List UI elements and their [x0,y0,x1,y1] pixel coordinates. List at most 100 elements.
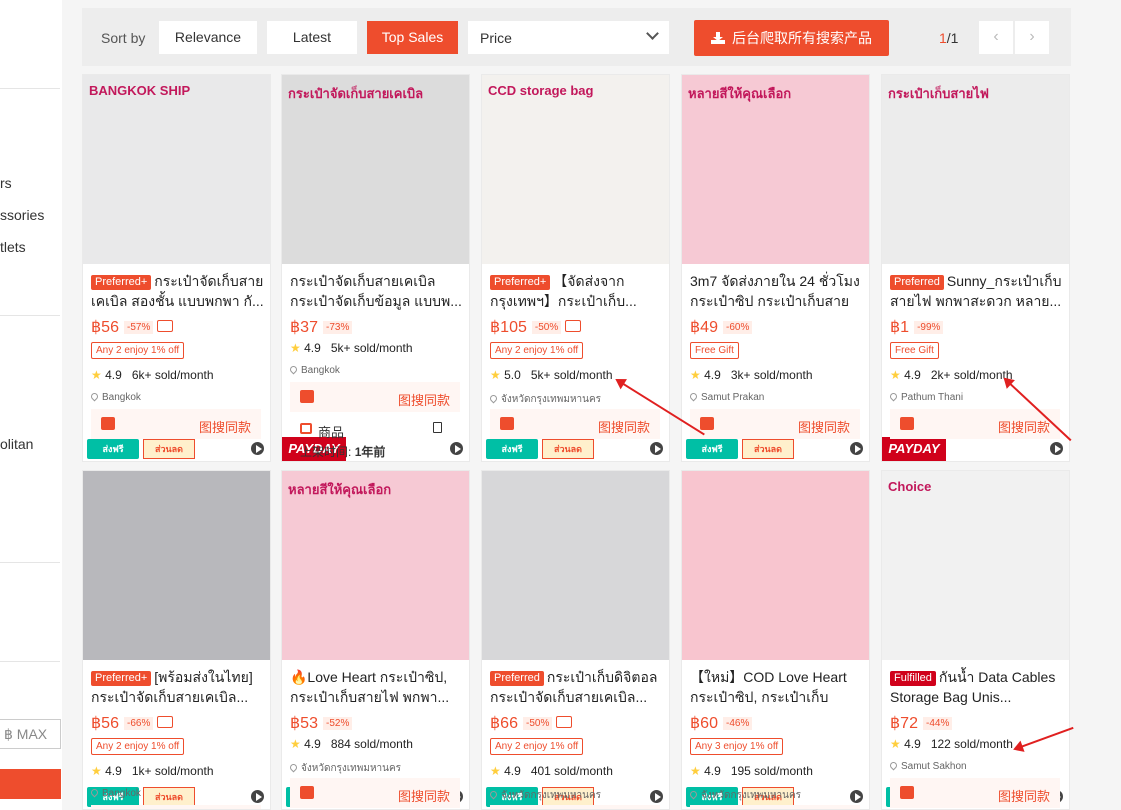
price-value: ฿1 [890,319,910,336]
product-image[interactable] [882,471,1069,660]
image-search-panel[interactable]: 图搜同款 [690,409,860,439]
sale-badge: ส่วนลด [542,439,594,459]
image-search-panel[interactable]: 图搜同款 [690,805,860,809]
image-search-panel[interactable]: 图搜同款 [91,409,261,439]
product-title[interactable]: Preferred+ [พร้อมส่งในไทย] กระเป๋าจัดเก็บ… [91,667,265,707]
rating-sold: ★ 4.9 5k+ sold/month [290,341,413,355]
cod-icon [556,716,573,728]
product-card[interactable]: ส่งฟรี ส่วนลด CCD storage bag Preferred+ 【จั… [481,74,670,462]
location-pin-icon [688,789,699,800]
sort-relevance-button[interactable]: Relevance [159,21,257,54]
image-search-label: 图搜同款 [997,420,1050,435]
rating-value: 4.9 [704,764,721,778]
product-title[interactable]: Fulfilled กันน้ำ Data Cables Storage Bag … [890,667,1064,707]
play-video-icon[interactable] [249,788,266,805]
rating-sold: ★ 5.0 5k+ sold/month [490,368,613,382]
image-search-panel[interactable]: 图搜同款 [890,778,1060,808]
image-search-panel[interactable]: 图搜同款 [490,805,660,809]
next-page-button[interactable]: › [1015,21,1049,54]
price-value: ฿72 [890,715,918,732]
sidebar-category-3[interactable]: tlets [0,239,26,255]
price-value: ฿56 [91,319,119,336]
product-title[interactable]: Preferred+ กระเป๋าจัดเก็บสาย เคเบิล สองชั… [91,271,265,311]
product-card[interactable]: ส่งฟรี ส่วนลด BANGKOK SHIP Preferred+ กระเป๋… [82,74,271,462]
sidebar-location[interactable]: olitan [0,436,33,452]
location-text: Bangkok [301,365,340,376]
play-video-icon[interactable] [1048,440,1065,457]
play-video-icon[interactable] [848,440,865,457]
product-card[interactable]: ส่งฟรี ส่วนลด หลายสีให้คุณเลือก 3m7 จัดส่งภ… [681,74,870,462]
product-card[interactable]: ส่งฟรี ส่วนลด 【ใหม่】COD Love Heart กระเป๋า… [681,470,870,810]
sort-latest-button[interactable]: Latest [267,21,357,54]
rating-sold: ★ 4.9 6k+ sold/month [91,368,214,382]
product-title[interactable]: Preferred กระเป๋าเก็บดิจิตอล กระเป๋าจัดเก… [490,667,664,707]
product-title[interactable]: 3m7 จัดส่งภายใน 24 ชั่วโมง กระเป๋าซิป กร… [690,271,864,311]
play-video-icon[interactable] [648,788,665,805]
product-location: จังหวัดกรุงเทพมหานคร [488,392,601,407]
rating-sold: ★ 4.9 401 sold/month [490,764,613,778]
product-location: Bangkok [288,364,340,376]
product-card[interactable]: ส่งฟรี ส่วนลด Preferred+ [พร้อมส่งในไทย] กร… [82,470,271,810]
product-image[interactable] [482,471,669,660]
image-search-panel[interactable]: 图搜同款 [890,409,1060,439]
product-image[interactable] [682,471,869,660]
product-label: 商品 [318,425,345,440]
apply-price-button[interactable] [0,769,61,799]
product-title[interactable]: Preferred Sunny_กระเป๋าเก็บ สายไฟ พกพาสะด… [890,271,1064,311]
sidebar-category-2[interactable]: ssories [0,207,44,223]
location-text: Pathum Thani [901,392,964,403]
price-value: ฿53 [290,715,318,732]
image-search-panel[interactable]: 图搜同款 [290,778,460,808]
product-title-text: 🔥Love Heart กระเป๋าซิป, กระเป๋าเก็บสายไฟ… [290,669,450,705]
product-title[interactable]: กระเป๋าจัดเก็บสายเคเบิล กระเป๋าจัดเก็บข้… [290,271,464,311]
image-search-panel[interactable]: 图搜同款 [91,805,261,809]
sidebar-category-1[interactable]: rs [0,175,12,191]
image-search-panel[interactable]: 图搜同款 [290,382,460,412]
product-card[interactable]: ส่งฟรี ส่วนลด Preferred กระเป๋าเก็บดิจิตอล … [481,470,670,810]
prev-page-button[interactable]: ‹ [979,21,1013,54]
product-image[interactable] [83,75,270,264]
price-max-input[interactable]: ฿ MAX [0,719,61,749]
sold-count: 5k+ sold/month [330,341,413,355]
star-icon: ★ [890,737,901,751]
rating-value: 4.9 [504,764,521,778]
sold-count: 401 sold/month [530,764,613,778]
price-value: ฿105 [490,319,527,336]
copy-icon[interactable] [433,422,442,433]
free-shipping-badge: ส่งฟรี [686,439,738,459]
product-image[interactable] [83,471,270,660]
image-search-label: 图搜同款 [597,420,650,435]
sort-price-select[interactable]: Price [468,21,669,54]
image-search-panel[interactable]: 图搜同款 [490,409,660,439]
price-value: ฿37 [290,319,318,336]
rating-value: 4.9 [904,737,921,751]
divider [0,661,60,662]
sort-top-sales-button[interactable]: Top Sales [367,21,458,54]
location-text: จังหวัดกรุงเทพมหานคร [301,763,402,774]
promo-badge: Free Gift [890,342,939,359]
product-location: Samut Sakhon [888,760,967,772]
promo-badge: Any 3 enjoy 1% off [690,738,784,755]
product-info-panel[interactable]: 商品 [290,416,460,442]
product-card[interactable]: PAYDAY กระเป๋าเก็บสายไฟ Preferred Sunny_กระ… [881,74,1070,462]
rating-sold: ★ 4.9 195 sold/month [690,764,813,778]
product-title[interactable]: 🔥Love Heart กระเป๋าซิป, กระเป๋าเก็บสายไฟ… [290,667,464,707]
product-image[interactable] [482,75,669,264]
star-icon: ★ [91,368,102,382]
product-price: ฿49 -60% [690,317,753,337]
product-title[interactable]: 【ใหม่】COD Love Heart กระเป๋าซิป, กระเป๋า… [690,667,864,707]
product-card[interactable]: PAYDAY กระเป๋าจัดเก็บสายเคเบิล กระเป๋าจัดเ… [281,74,470,462]
play-video-icon[interactable] [448,440,465,457]
image-overlay-text: BANGKOK SHIP [89,83,191,98]
rating-sold: ★ 4.9 1k+ sold/month [91,764,214,778]
play-video-icon[interactable] [648,440,665,457]
product-title[interactable]: Preferred+ 【จัดส่งจาก กรุงเทพฯ】กระเป๋าเก็… [490,271,664,311]
play-video-icon[interactable] [249,440,266,457]
sold-count: 195 sold/month [730,764,813,778]
location-pin-icon [288,762,299,773]
play-video-icon[interactable] [848,788,865,805]
sale-badge: ส่วนลด [143,787,195,807]
product-card[interactable]: ส่งฟรีส่วนลดChoiceFulfilledกันน้ำ Data C… [881,470,1070,810]
product-card[interactable]: ส่งฟรีส่วนลดหลายสีให้คุณเลือก🔥Love Heart… [281,470,470,810]
crawl-all-products-button[interactable]: 后台爬取所有搜索产品 [694,20,889,56]
